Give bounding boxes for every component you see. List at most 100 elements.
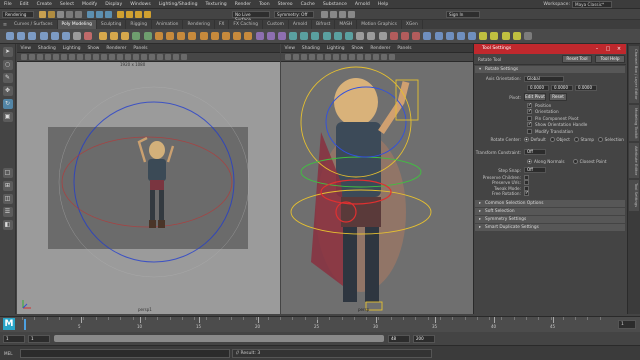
maximize-icon[interactable]: □ <box>605 46 611 52</box>
camera-select-icon[interactable] <box>285 54 291 60</box>
shadows-icon[interactable] <box>373 54 379 60</box>
combine-icon[interactable] <box>98 32 107 40</box>
camera-select-icon[interactable] <box>21 54 27 60</box>
poly-cube-icon[interactable] <box>17 32 26 40</box>
freeze-transforms-icon[interactable] <box>367 32 376 40</box>
menu-texturing[interactable]: Texturing <box>202 0 231 9</box>
show-orientation-handle-checkbox[interactable]: ✓ <box>527 122 532 128</box>
orientation-checkbox[interactable]: ✓ <box>527 109 532 115</box>
resolution-gate-icon[interactable] <box>333 54 339 60</box>
cylindrical-map-icon[interactable] <box>311 32 320 40</box>
quad-draw-icon[interactable] <box>244 32 253 40</box>
axis-z-field[interactable]: 0.0000 <box>575 84 597 91</box>
open-scene-icon[interactable] <box>48 10 55 18</box>
smooth-shade-icon[interactable] <box>349 54 355 60</box>
safe-action-icon[interactable] <box>93 54 99 60</box>
command-input[interactable] <box>20 348 230 358</box>
modify-translation-checkbox[interactable] <box>527 128 532 134</box>
position-checkbox[interactable]: ✓ <box>527 102 532 108</box>
soft-select-icon[interactable] <box>389 32 398 40</box>
motion-blur-icon[interactable] <box>157 54 163 60</box>
free-rotation-checkbox[interactable]: ✓ <box>524 191 529 197</box>
section-smart-duplicate-settings[interactable]: ▸ Smart Duplicate Settings <box>475 223 625 231</box>
time-slider[interactable]: M 5 10 15 20 25 30 35 40 45 1 <box>0 316 640 332</box>
fill-hole-icon[interactable] <box>199 32 208 40</box>
select-tool-icon[interactable]: ➤ <box>2 47 13 57</box>
gate-mask-icon[interactable] <box>77 54 83 60</box>
side-tab-modeling-toolkit[interactable]: Modeling Toolkit <box>629 104 639 142</box>
shelf-tab-curves-surfaces[interactable]: Curves / Surfaces <box>10 20 58 29</box>
mirror-icon[interactable] <box>143 32 152 40</box>
shelf-tab-sculpting[interactable]: Sculpting <box>97 20 127 29</box>
shelf-tab-xgen[interactable]: XGen <box>402 20 423 29</box>
grid-toggle-icon[interactable] <box>317 54 323 60</box>
resolution-gate-icon[interactable] <box>69 54 75 60</box>
separate-icon[interactable] <box>110 32 119 40</box>
command-language-label[interactable]: MEL <box>4 351 20 356</box>
isolate-select-icon[interactable] <box>381 54 387 60</box>
ambient-occlusion-icon[interactable] <box>149 54 155 60</box>
sign-in-button[interactable]: Sign In <box>446 10 480 18</box>
menu-toon[interactable]: Toon <box>255 0 274 9</box>
append-polygon-icon[interactable] <box>188 32 197 40</box>
menu-create[interactable]: Create <box>33 0 56 9</box>
relax-brush-icon[interactable] <box>501 32 510 40</box>
shelf-menu-icon[interactable]: ≡ <box>0 22 10 28</box>
select-hierarchy-icon[interactable] <box>87 10 94 18</box>
viewport-menu-show[interactable]: Show <box>84 44 103 53</box>
super-shape-icon[interactable] <box>84 32 93 40</box>
select-object-icon[interactable] <box>96 10 103 18</box>
poly-cone-icon[interactable] <box>39 32 48 40</box>
textured-icon[interactable] <box>125 54 131 60</box>
menuset-dropdown[interactable]: Rendering <box>2 10 34 18</box>
image-plane-icon[interactable] <box>45 54 51 60</box>
wireframe-icon[interactable] <box>101 54 107 60</box>
side-by-side-layout-icon[interactable]: ◫ <box>2 194 13 204</box>
lasso-tool-icon[interactable]: ○ <box>2 60 13 70</box>
graph-layout-icon[interactable]: ◧ <box>2 220 13 230</box>
poly-disc-icon[interactable] <box>73 32 82 40</box>
menu-cache[interactable]: Cache <box>297 0 319 9</box>
range-start-field[interactable]: 1 <box>3 334 25 343</box>
reduce-icon[interactable] <box>400 32 409 40</box>
preserve-children-checkbox[interactable] <box>524 174 529 180</box>
along-normals-radio[interactable] <box>527 158 532 164</box>
viewport-menu-renderer[interactable]: Renderer <box>367 44 394 53</box>
grid-toggle-icon[interactable] <box>53 54 59 60</box>
mirror-geometry-icon[interactable] <box>456 32 465 40</box>
redo-icon[interactable] <box>75 10 82 18</box>
live-surface-field[interactable]: No Live Surface <box>232 10 270 22</box>
side-tab-tool-settings[interactable]: Tool Settings <box>629 180 639 211</box>
symmetrize-icon[interactable] <box>468 32 477 40</box>
rotate-settings-header[interactable]: ▾ Rotate Settings <box>475 66 625 73</box>
closest-point-radio[interactable] <box>572 158 578 164</box>
menu-modify[interactable]: Modify <box>78 0 101 9</box>
sculpt-icon[interactable] <box>479 32 488 40</box>
edit-pivot-button[interactable]: Edit Pivot <box>524 93 546 101</box>
bevel-icon[interactable] <box>177 32 186 40</box>
render-settings-icon[interactable] <box>348 10 355 18</box>
smooth-icon[interactable] <box>121 32 130 40</box>
menu-stereo[interactable]: Stereo <box>274 0 297 9</box>
menu-render[interactable]: Render <box>231 0 255 9</box>
shelf-tab-fx-caching[interactable]: FX Caching <box>229 20 264 29</box>
film-gate-icon[interactable] <box>325 54 331 60</box>
image-plane-icon[interactable] <box>309 54 315 60</box>
section-common-selection-options[interactable]: ▸ Common Selection Options <box>475 199 625 207</box>
current-frame-field[interactable]: 1 <box>618 320 636 329</box>
shelf-tab-rendering[interactable]: Rendering <box>183 20 215 29</box>
menu-arnold[interactable]: Arnold <box>351 0 374 9</box>
rotate-center-selection-radio[interactable] <box>598 136 604 142</box>
reset-pivot-button[interactable]: Reset <box>549 93 567 101</box>
menu-help[interactable]: Help <box>374 0 392 9</box>
shelf-tab-rigging[interactable]: Rigging <box>126 20 153 29</box>
menu-display[interactable]: Display <box>101 0 126 9</box>
tool-help-button[interactable]: Tool Help <box>595 55 625 63</box>
four-layout-icon[interactable]: ⊞ <box>2 181 13 191</box>
move-tool-icon[interactable]: ✥ <box>2 86 13 96</box>
shelf-tab-custom[interactable]: Custom <box>263 20 289 29</box>
workspace-select[interactable]: Maya Classic* <box>572 1 612 8</box>
section-soft-selection[interactable]: ▸ Soft Selection <box>475 207 625 215</box>
shelf-tab-fx[interactable]: FX <box>215 20 230 29</box>
range-inner-start-field[interactable]: 1 <box>28 334 50 343</box>
